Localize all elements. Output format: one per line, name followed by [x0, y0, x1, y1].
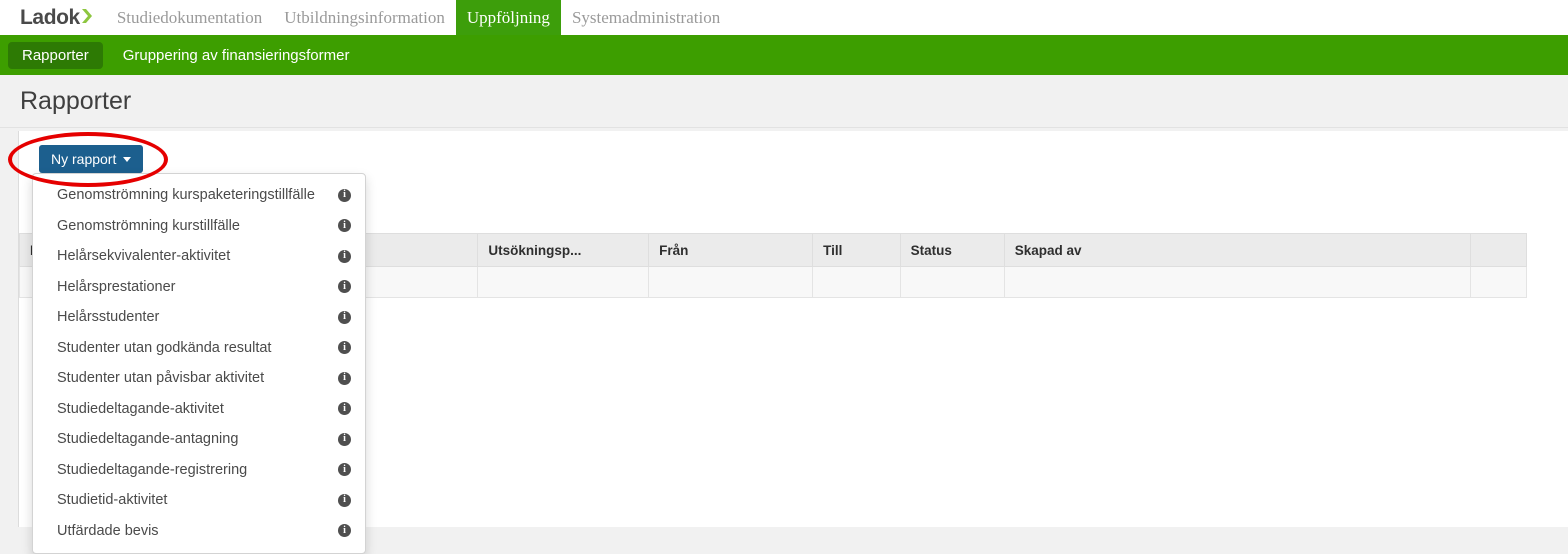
- new-report-button-label: Ny rapport: [51, 151, 117, 167]
- dropdown-item-label: Studenter utan godkända resultat: [57, 339, 272, 356]
- info-icon[interactable]: i: [338, 463, 351, 477]
- dropdown-item-label: Helårsstudenter: [57, 309, 160, 326]
- dropdown-item-helarsstudenter[interactable]: Helårsstudenter i: [33, 302, 365, 333]
- table-cell-skapad-av: [1004, 266, 1472, 298]
- dropdown-item-studiedeltagande-aktivitet[interactable]: Studiedeltagande-aktivitet i: [33, 394, 365, 425]
- column-header-till[interactable]: Till: [812, 233, 901, 267]
- new-report-button[interactable]: Ny rapport: [39, 145, 144, 173]
- dropdown-item-studiedeltagande-antagning[interactable]: Studiedeltagande-antagning i: [33, 424, 365, 455]
- subnav-item-rapporter[interactable]: Rapporter: [8, 41, 103, 69]
- ladok-logo[interactable]: Ladok: [0, 0, 106, 35]
- info-icon[interactable]: i: [338, 402, 351, 416]
- topnav-item-systemadministration[interactable]: Systemadministration: [561, 0, 731, 35]
- info-icon[interactable]: i: [338, 310, 351, 324]
- column-header-actions[interactable]: [1470, 233, 1527, 267]
- subnav-item-gruppering-av-finansieringsformer[interactable]: Gruppering av finansieringsformer: [109, 42, 364, 69]
- dropdown-item-label: Utfärdade bevis: [57, 522, 159, 539]
- column-header-utsokningsperiod[interactable]: Utsökningsp...: [477, 233, 650, 267]
- dropdown-item-label: Studiedeltagande-antagning: [57, 431, 239, 448]
- dropdown-item-studietid-aktivitet[interactable]: Studietid-aktivitet i: [33, 485, 365, 516]
- info-icon[interactable]: i: [338, 188, 351, 202]
- table-cell-utsokningsperiod: [477, 266, 650, 298]
- dropdown-item-label: Helårsekvivalenter-aktivitet: [57, 248, 231, 265]
- page-title-bar: Rapporter: [0, 75, 1568, 128]
- top-navigation-bar: Ladok Studiedokumentation Utbildningsinf…: [0, 0, 1568, 35]
- dropdown-item-label: Genomströmning kurstillfälle: [57, 217, 240, 234]
- dropdown-item-studenter-utan-pavisbar-aktivitet[interactable]: Studenter utan påvisbar aktivitet i: [33, 363, 365, 394]
- dropdown-item-utfardade-bevis[interactable]: Utfärdade bevis i: [33, 516, 365, 547]
- info-icon[interactable]: i: [338, 219, 351, 233]
- dropdown-item-label: Genomströmning kurspaketeringstillfälle: [57, 187, 315, 204]
- column-header-fran[interactable]: Från: [648, 233, 814, 267]
- logo-chevron-icon: [81, 8, 94, 29]
- info-icon[interactable]: i: [338, 493, 351, 507]
- page-title: Rapporter: [20, 86, 132, 115]
- info-icon[interactable]: i: [338, 371, 351, 385]
- logo-text: Ladok: [20, 6, 80, 29]
- dropdown-item-helarsprestationer[interactable]: Helårsprestationer i: [33, 272, 365, 303]
- column-header-status[interactable]: Status: [900, 233, 1005, 267]
- sub-navigation-bar: Rapporter Gruppering av finansieringsfor…: [0, 35, 1568, 75]
- info-icon[interactable]: i: [338, 249, 351, 263]
- table-cell-status: [900, 266, 1005, 298]
- column-header-skapad-av[interactable]: Skapad av: [1004, 233, 1472, 267]
- info-icon[interactable]: i: [338, 524, 351, 538]
- dropdown-item-label: Studiedeltagande-aktivitet: [57, 400, 224, 417]
- topnav-item-uppfoljning[interactable]: Uppföljning: [455, 0, 561, 35]
- table-cell-actions: [1470, 266, 1527, 298]
- topnav-item-studiedokumentation[interactable]: Studiedokumentation: [106, 0, 273, 35]
- chevron-down-icon: [123, 156, 132, 162]
- dropdown-item-studenter-utan-godkanda-resultat[interactable]: Studenter utan godkända resultat i: [33, 333, 365, 364]
- dropdown-item-genomstromning-kurstillfalle[interactable]: Genomströmning kurstillfälle i: [33, 211, 365, 242]
- table-cell-till: [812, 266, 901, 298]
- dropdown-item-label: Studenter utan påvisbar aktivitet: [57, 370, 265, 387]
- dropdown-item-label: Studiedeltagande-registrering: [57, 461, 248, 478]
- topnav-item-utbildningsinformation[interactable]: Utbildningsinformation: [273, 0, 456, 35]
- dropdown-item-label: Helårsprestationer: [57, 278, 176, 295]
- dropdown-item-studiedeltagande-registrering[interactable]: Studiedeltagande-registrering i: [33, 455, 365, 486]
- new-report-dropdown-menu: Genomströmning kurspaketeringstillfälle …: [32, 173, 366, 554]
- dropdown-item-genomstromning-kurspaketeringstillfalle[interactable]: Genomströmning kurspaketeringstillfälle …: [33, 180, 365, 211]
- table-cell-fran: [648, 266, 814, 298]
- info-icon[interactable]: i: [338, 341, 351, 355]
- info-icon[interactable]: i: [338, 280, 351, 294]
- dropdown-item-label: Studietid-aktivitet: [57, 492, 168, 509]
- dropdown-item-helarsekvivalenter-aktivitet[interactable]: Helårsekvivalenter-aktivitet i: [33, 241, 365, 272]
- toolbar: Ny rapport: [19, 131, 1568, 173]
- content-card: Ny rapport Genomströmning kurspaketering…: [18, 131, 1568, 554]
- info-icon[interactable]: i: [338, 432, 351, 446]
